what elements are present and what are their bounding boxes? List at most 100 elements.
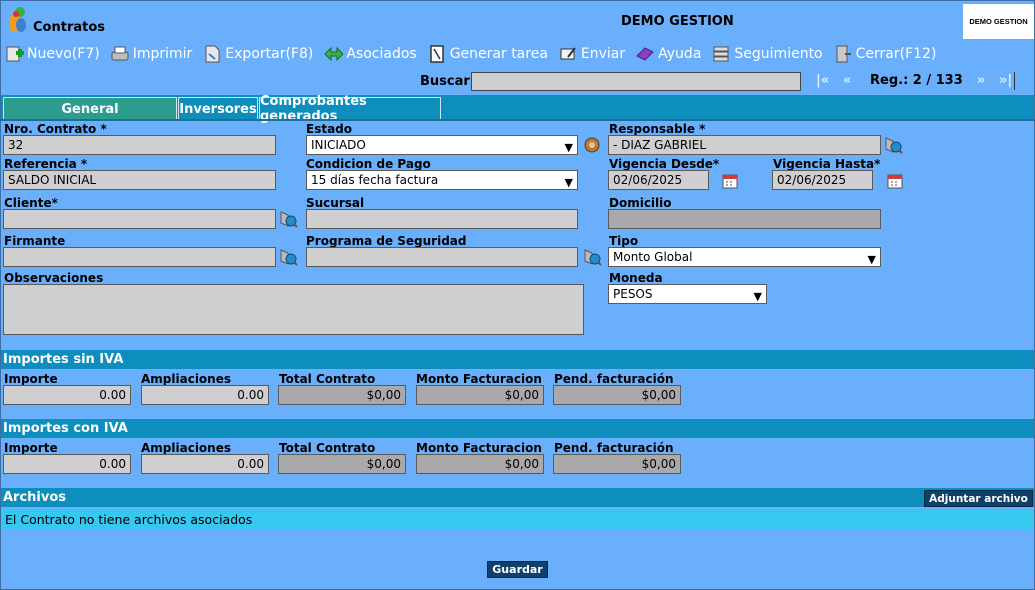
estado-value: INICIADO: [311, 138, 366, 152]
programa-seguridad-field[interactable]: [306, 247, 578, 267]
tipo-value: Monto Global: [613, 250, 693, 264]
con-iva-pendiente-field: $0,00: [553, 454, 681, 474]
prev-record-button[interactable]: «: [843, 73, 851, 88]
estado-search-icon[interactable]: [583, 135, 603, 155]
search-row: Buscar |« « Reg.: 2 / 133 » »|: [1, 68, 1034, 95]
nro-contrato-field[interactable]: 32: [3, 135, 276, 155]
save-button[interactable]: Guardar: [487, 561, 548, 578]
new-button[interactable]: Nuevo(F7): [4, 44, 100, 64]
nro-contrato-label: Nro. Contrato *: [4, 122, 107, 136]
send-button[interactable]: Enviar: [558, 44, 625, 64]
sin-iva-ampliaciones-field[interactable]: 0.00: [141, 385, 269, 405]
responsable-field[interactable]: - DIAZ GABRIEL: [608, 135, 881, 155]
associated-label: Asociados: [346, 46, 417, 62]
programa-search-icon[interactable]: [582, 247, 602, 267]
firmante-label: Firmante: [4, 234, 66, 248]
archivos-header: Archivos: [1, 488, 1034, 507]
moneda-select[interactable]: PESOS ▼: [608, 284, 767, 304]
tracking-icon: [713, 46, 729, 62]
company-name: DEMO GESTION: [621, 14, 734, 29]
observaciones-label: Observaciones: [4, 271, 104, 285]
responsable-search-icon[interactable]: [883, 135, 903, 155]
export-button[interactable]: Exportar(F8): [202, 44, 313, 64]
importes-con-iva-header: Importes con IVA: [1, 419, 1034, 438]
help-button[interactable]: Ayuda: [635, 44, 701, 64]
con-iva-ampliaciones-label: Ampliaciones: [141, 441, 231, 455]
associated-icon: [324, 46, 344, 62]
sin-iva-total-field: $0,00: [278, 385, 406, 405]
close-label: Cerrar(F12): [855, 46, 937, 62]
export-label: Exportar(F8): [225, 46, 314, 62]
tab-comprobantes[interactable]: Comprobantes generados: [259, 94, 441, 124]
tipo-label: Tipo: [609, 234, 639, 248]
calendar-icon[interactable]: [885, 171, 905, 191]
export-icon: [205, 45, 220, 63]
close-button[interactable]: Cerrar(F12): [833, 44, 937, 64]
new-icon: [6, 46, 24, 62]
task-icon: [429, 45, 444, 63]
send-label: Enviar: [580, 46, 626, 62]
sin-iva-importe-field[interactable]: 0.00: [3, 385, 131, 405]
con-iva-total-field: $0,00: [278, 454, 406, 474]
sin-iva-total-label: Total Contrato: [279, 372, 376, 386]
print-button[interactable]: Imprimir: [110, 44, 193, 64]
tab-inversores[interactable]: Inversores: [178, 97, 258, 120]
brand-logo: DEMO GESTION: [963, 4, 1034, 39]
title-bar: Contratos DEMO GESTION DEMO GESTION: [1, 1, 1034, 39]
condicion-pago-label: Condicion de Pago: [306, 157, 431, 171]
moneda-label: Moneda: [609, 271, 663, 285]
vigencia-desde-label: Vigencia Desde*: [609, 157, 720, 171]
search-input[interactable]: [471, 72, 801, 91]
firmante-field[interactable]: [3, 247, 276, 267]
domicilio-field: [608, 209, 881, 229]
vigencia-hasta-field[interactable]: 02/06/2025: [772, 170, 873, 190]
sucursal-field[interactable]: [306, 209, 578, 229]
print-icon: [111, 46, 129, 61]
con-iva-pendiente-label: Pend. facturación: [554, 441, 674, 455]
sin-iva-facturacion-field: $0,00: [416, 385, 544, 405]
sin-iva-facturacion-label: Monto Facturacion: [416, 372, 542, 386]
sucursal-label: Sucursal: [306, 196, 365, 210]
estado-select[interactable]: INICIADO ▼: [306, 135, 578, 155]
responsable-label: Responsable *: [609, 122, 706, 136]
new-label: Nuevo(F7): [27, 46, 100, 62]
print-label: Imprimir: [132, 46, 193, 62]
referencia-field[interactable]: SALDO INICIAL: [3, 170, 276, 190]
task-button[interactable]: Generar tarea: [427, 44, 548, 64]
chevron-down-icon: ▼: [564, 141, 573, 154]
last-record-button[interactable]: »|: [999, 73, 1012, 88]
tab-bar: General Inversores Comprobantes generado…: [1, 94, 1034, 124]
scroll-marker: [1014, 72, 1015, 90]
toolbar: Nuevo(F7) Imprimir Exportar(F8) Asociado…: [1, 40, 1034, 68]
estado-label: Estado: [306, 122, 353, 136]
chevron-down-icon: ▼: [867, 253, 876, 266]
send-icon: [560, 47, 576, 60]
first-record-button[interactable]: |«: [816, 73, 829, 88]
next-record-button[interactable]: »: [977, 73, 985, 88]
close-icon: [836, 45, 851, 63]
referencia-label: Referencia *: [4, 157, 88, 171]
con-iva-importe-field[interactable]: 0.00: [3, 454, 131, 474]
search-label: Buscar: [420, 74, 470, 89]
attach-file-button[interactable]: Adjuntar archivo: [924, 490, 1033, 507]
condicion-pago-select[interactable]: 15 días fecha factura ▼: [306, 170, 578, 190]
vigencia-desde-field[interactable]: 02/06/2025: [608, 170, 709, 190]
associated-button[interactable]: Asociados: [323, 44, 417, 64]
observaciones-textarea[interactable]: [3, 284, 584, 335]
cliente-field[interactable]: [3, 209, 276, 229]
cliente-search-icon[interactable]: [278, 209, 298, 229]
app-title: Contratos: [33, 20, 106, 35]
firmante-search-icon[interactable]: [278, 247, 298, 267]
condicion-pago-value: 15 días fecha factura: [311, 173, 439, 187]
tab-general[interactable]: General: [3, 97, 177, 120]
importes-sin-iva-header: Importes sin IVA: [1, 350, 1034, 369]
moneda-value: PESOS: [613, 287, 653, 301]
sin-iva-ampliaciones-label: Ampliaciones: [141, 372, 231, 386]
sin-iva-pendiente-label: Pend. facturación: [554, 372, 674, 386]
chevron-down-icon: ▼: [753, 290, 762, 303]
con-iva-total-label: Total Contrato: [279, 441, 376, 455]
calendar-icon[interactable]: [720, 171, 740, 191]
tracking-button[interactable]: Seguimiento: [711, 44, 823, 64]
con-iva-ampliaciones-field[interactable]: 0.00: [141, 454, 269, 474]
tipo-select[interactable]: Monto Global ▼: [608, 247, 881, 267]
